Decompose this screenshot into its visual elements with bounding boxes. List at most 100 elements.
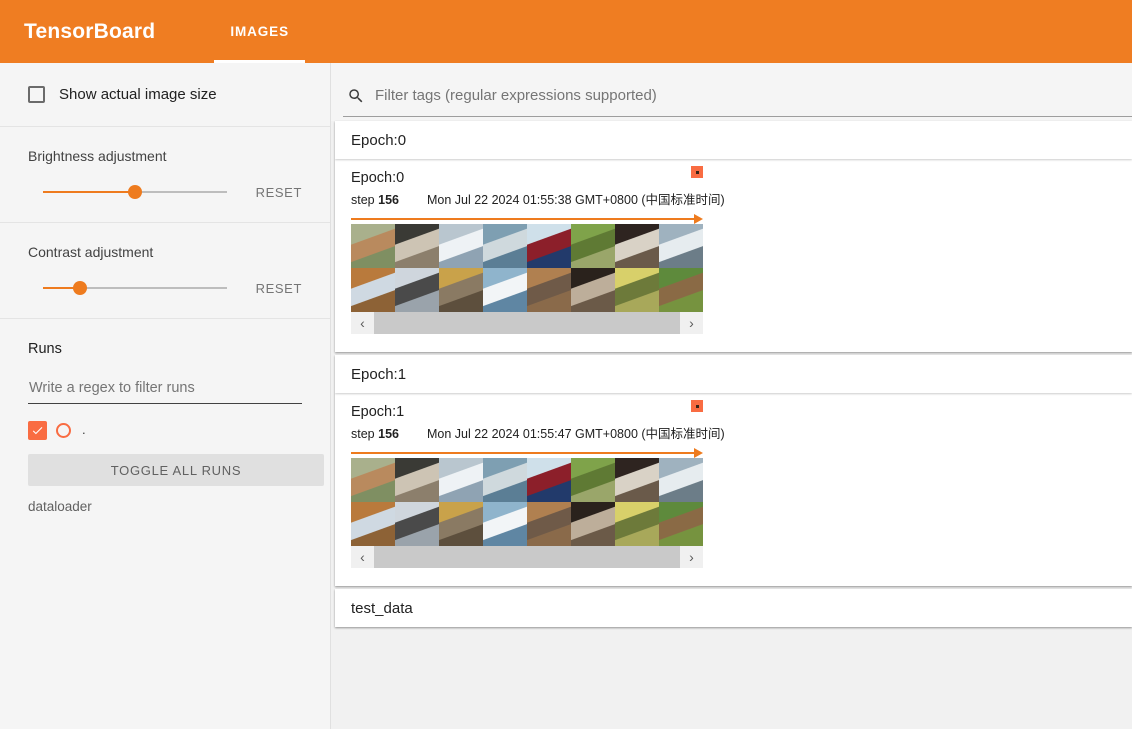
- run-checkbox[interactable]: [28, 420, 47, 440]
- image-thumbnail: [659, 502, 703, 546]
- image-paginator: ‹ ›: [351, 312, 703, 334]
- image-thumbnail: [527, 224, 571, 268]
- image-thumbnail: [571, 224, 615, 268]
- image-thumbnail: [615, 502, 659, 546]
- image-thumbnail: [659, 268, 703, 312]
- show-actual-size-checkbox[interactable]: [28, 86, 45, 103]
- brightness-slider[interactable]: [43, 183, 227, 201]
- tag-card-header[interactable]: Epoch:1: [335, 355, 1132, 393]
- tag-filter-bar: [331, 63, 1132, 121]
- step-slider-track: [351, 452, 697, 454]
- image-thumbnail: [439, 502, 483, 546]
- image-thumbnail: [483, 224, 527, 268]
- paginator-next-button[interactable]: ›: [680, 546, 703, 568]
- runs-section: Runs . TOGGLE ALL RUNS dataloader: [0, 319, 330, 532]
- step-value: 156: [378, 193, 399, 207]
- run-item-label: .: [82, 422, 86, 437]
- tag-filter-input[interactable]: [373, 86, 1132, 105]
- image-thumbnail: [659, 224, 703, 268]
- tag-card: test_data: [335, 589, 1132, 627]
- contrast-row: RESET: [28, 279, 302, 297]
- image-thumbnail: [395, 458, 439, 502]
- sidebar: Show actual image size Brightness adjust…: [0, 63, 331, 729]
- image-thumbnail: [527, 268, 571, 312]
- image-thumbnail-grid[interactable]: [351, 224, 703, 312]
- contrast-slider[interactable]: [43, 279, 227, 297]
- wall-time: Mon Jul 22 2024 01:55:47 GMT+0800 (中国标准时…: [426, 427, 725, 441]
- contrast-label: Contrast adjustment: [28, 244, 154, 260]
- image-thumbnail: [439, 268, 483, 312]
- step-slider[interactable]: [351, 214, 703, 224]
- step-label: step: [351, 427, 375, 441]
- tag-filter-field[interactable]: [343, 76, 1132, 117]
- image-thumbnail: [615, 458, 659, 502]
- tag-card-title: test_data: [351, 599, 413, 617]
- image-thumbnail: [395, 224, 439, 268]
- image-thumbnail: [439, 224, 483, 268]
- tag-card: Epoch:0 Epoch:0 step 156 Mon Jul 22 2024…: [335, 121, 1132, 352]
- tag-card-body: Epoch:0 step 156 Mon Jul 22 2024 01:55:3…: [335, 159, 1132, 352]
- brightness-label: Brightness adjustment: [28, 148, 167, 164]
- step-slider-thumb[interactable]: [694, 448, 703, 458]
- paginator-prev-button[interactable]: ‹: [351, 546, 374, 568]
- image-paginator: ‹ ›: [351, 546, 703, 568]
- image-thumbnail: [571, 268, 615, 312]
- tag-card-body: Epoch:1 step 156 Mon Jul 22 2024 01:55:4…: [335, 393, 1132, 586]
- app-shell: Show actual image size Brightness adjust…: [0, 63, 1132, 729]
- step-slider-track: [351, 218, 697, 220]
- image-thumbnail: [615, 268, 659, 312]
- image-thumbnail: [527, 458, 571, 502]
- tab-images[interactable]: IMAGES: [214, 0, 305, 63]
- paginator-scroll-thumb[interactable]: [374, 546, 625, 568]
- image-thumbnail: [483, 502, 527, 546]
- contrast-slider-thumb[interactable]: [72, 281, 87, 295]
- paginator-prev-button[interactable]: ‹: [351, 312, 374, 334]
- brightness-row: RESET: [28, 183, 302, 201]
- tag-card-header[interactable]: Epoch:0: [335, 121, 1132, 159]
- brightness-slider-fill: [43, 191, 135, 193]
- paginator-scroll-thumb[interactable]: [374, 312, 625, 334]
- search-icon: [347, 87, 365, 105]
- step-value: 156: [378, 427, 399, 441]
- image-card-meta: step 156 Mon Jul 22 2024 01:55:38 GMT+08…: [351, 189, 725, 208]
- image-card-meta: step 156 Mon Jul 22 2024 01:55:47 GMT+08…: [351, 423, 725, 442]
- step-label: step: [351, 193, 375, 207]
- image-thumbnail: [483, 268, 527, 312]
- run-color-badge-icon: [691, 166, 703, 178]
- paginator-next-button[interactable]: ›: [680, 312, 703, 334]
- image-thumbnail: [395, 268, 439, 312]
- image-card-title: Epoch:0: [351, 170, 405, 186]
- tag-cards-area: Epoch:0 Epoch:0 step 156 Mon Jul 22 2024…: [331, 121, 1132, 627]
- show-actual-size-row[interactable]: Show actual image size: [0, 63, 330, 127]
- image-thumbnail: [659, 458, 703, 502]
- main-content: Epoch:0 Epoch:0 step 156 Mon Jul 22 2024…: [331, 63, 1132, 729]
- top-app-bar: TensorBoard IMAGES: [0, 0, 1132, 63]
- brightness-slider-thumb[interactable]: [127, 185, 142, 199]
- tag-card: Epoch:1 Epoch:1 step 156 Mon Jul 22 2024…: [335, 355, 1132, 586]
- step-slider[interactable]: [351, 448, 703, 458]
- nav-tabs: IMAGES: [214, 0, 305, 63]
- paginator-scrollbar[interactable]: [374, 312, 680, 334]
- step-slider-thumb[interactable]: [694, 214, 703, 224]
- image-card: Epoch:0 step 156 Mon Jul 22 2024 01:55:3…: [351, 159, 725, 334]
- tag-card-title: Epoch:1: [351, 365, 407, 383]
- tag-card-header[interactable]: test_data: [335, 589, 1132, 627]
- image-thumbnail-grid[interactable]: [351, 458, 703, 546]
- contrast-section: Contrast adjustment RESET: [0, 223, 330, 319]
- wall-time: Mon Jul 22 2024 01:55:38 GMT+0800 (中国标准时…: [426, 193, 725, 207]
- image-thumbnail: [395, 502, 439, 546]
- runs-regex-input[interactable]: [28, 380, 302, 404]
- image-thumbnail: [351, 268, 395, 312]
- tag-card-title: Epoch:0: [351, 131, 407, 149]
- app-brand: TensorBoard: [24, 19, 156, 43]
- run-selector-row: .: [28, 419, 302, 441]
- toggle-all-runs-button[interactable]: TOGGLE ALL RUNS: [28, 454, 324, 486]
- brightness-reset-button[interactable]: RESET: [256, 185, 302, 200]
- contrast-reset-button[interactable]: RESET: [256, 281, 302, 296]
- image-thumbnail: [351, 224, 395, 268]
- runs-title: Runs: [28, 341, 62, 357]
- brightness-section: Brightness adjustment RESET: [0, 127, 330, 223]
- step-text: step 156: [351, 427, 399, 441]
- tab-images-label: IMAGES: [230, 24, 289, 39]
- paginator-scrollbar[interactable]: [374, 546, 680, 568]
